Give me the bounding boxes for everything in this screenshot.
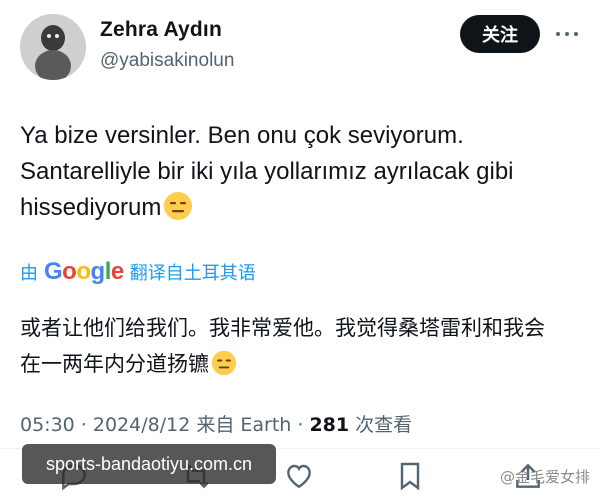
more-icon[interactable] bbox=[556, 26, 578, 42]
site-watermark: sports-bandaotiyu.com.cn bbox=[22, 444, 276, 484]
author-name[interactable]: Zehra Aydın bbox=[100, 18, 222, 42]
tweet-text: Ya bize versinler. Ben onu çok seviyorum… bbox=[20, 118, 580, 226]
like-icon[interactable] bbox=[283, 460, 315, 492]
translated-line-2: 在一两年内分道扬镳 bbox=[20, 346, 580, 382]
credit-watermark: @金毛爱女排 bbox=[499, 468, 590, 486]
translation-attribution[interactable]: 由 Google 翻译自土耳其语 bbox=[20, 258, 256, 286]
expressionless-emoji bbox=[164, 192, 193, 220]
bookmark-icon[interactable] bbox=[394, 460, 426, 492]
view-label: 次查看 bbox=[355, 414, 413, 436]
tweet-meta: 05:30 · 2024/8/12 来自 Earth · 281 次查看 bbox=[20, 410, 412, 437]
translation-prefix: 由 bbox=[20, 263, 38, 284]
avatar[interactable] bbox=[20, 14, 86, 80]
translation-source: 翻译自土耳其语 bbox=[129, 263, 256, 284]
tweet-line-1: Ya bize versinler. Ben onu çok seviyorum… bbox=[20, 122, 464, 149]
tweet-timestamp[interactable]: 05:30 · 2024/8/12 来自 Earth · bbox=[20, 414, 303, 436]
tweet-line-3: hissediyorum bbox=[20, 190, 580, 226]
tweet-line-3-text: hissediyorum bbox=[20, 194, 162, 221]
translated-text: 或者让他们给我们。我非常爱他。我觉得桑塔雷利和我会 在一两年内分道扬镳 bbox=[20, 310, 580, 382]
translated-line-1: 或者让他们给我们。我非常爱他。我觉得桑塔雷利和我会 bbox=[20, 316, 545, 340]
translated-line-2-text: 在一两年内分道扬镳 bbox=[20, 352, 209, 376]
expressionless-emoji bbox=[211, 350, 237, 376]
view-count: 281 bbox=[309, 414, 350, 436]
tweet-line-2: Santarelliyle bir iki yıla yollarımız ay… bbox=[20, 158, 514, 185]
follow-button[interactable]: 关注 bbox=[460, 15, 540, 53]
author-handle[interactable]: @yabisakinolun bbox=[100, 50, 234, 72]
google-logo: Google bbox=[44, 258, 124, 285]
